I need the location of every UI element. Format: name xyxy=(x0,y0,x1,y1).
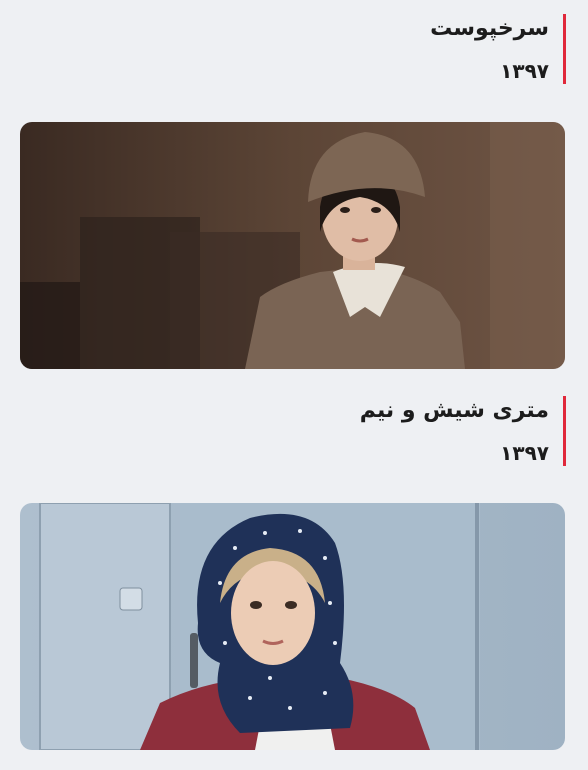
film-poster-2[interactable] xyxy=(20,503,565,750)
film-title[interactable]: متری شیش و نیم xyxy=(249,396,549,426)
film-year: ۱۳۹۷ xyxy=(500,441,549,465)
film-title[interactable]: سرخپوست xyxy=(249,14,549,44)
film-card-2-header: متری شیش و نیم ۱۳۹۷ xyxy=(249,396,566,466)
film-card-1-header: سرخپوست ۱۳۹۷ xyxy=(249,14,566,84)
film-year: ۱۳۹۷ xyxy=(500,59,549,83)
film-poster-1[interactable] xyxy=(20,122,565,369)
film-still-icon xyxy=(20,122,565,369)
film-still-icon xyxy=(20,503,565,750)
